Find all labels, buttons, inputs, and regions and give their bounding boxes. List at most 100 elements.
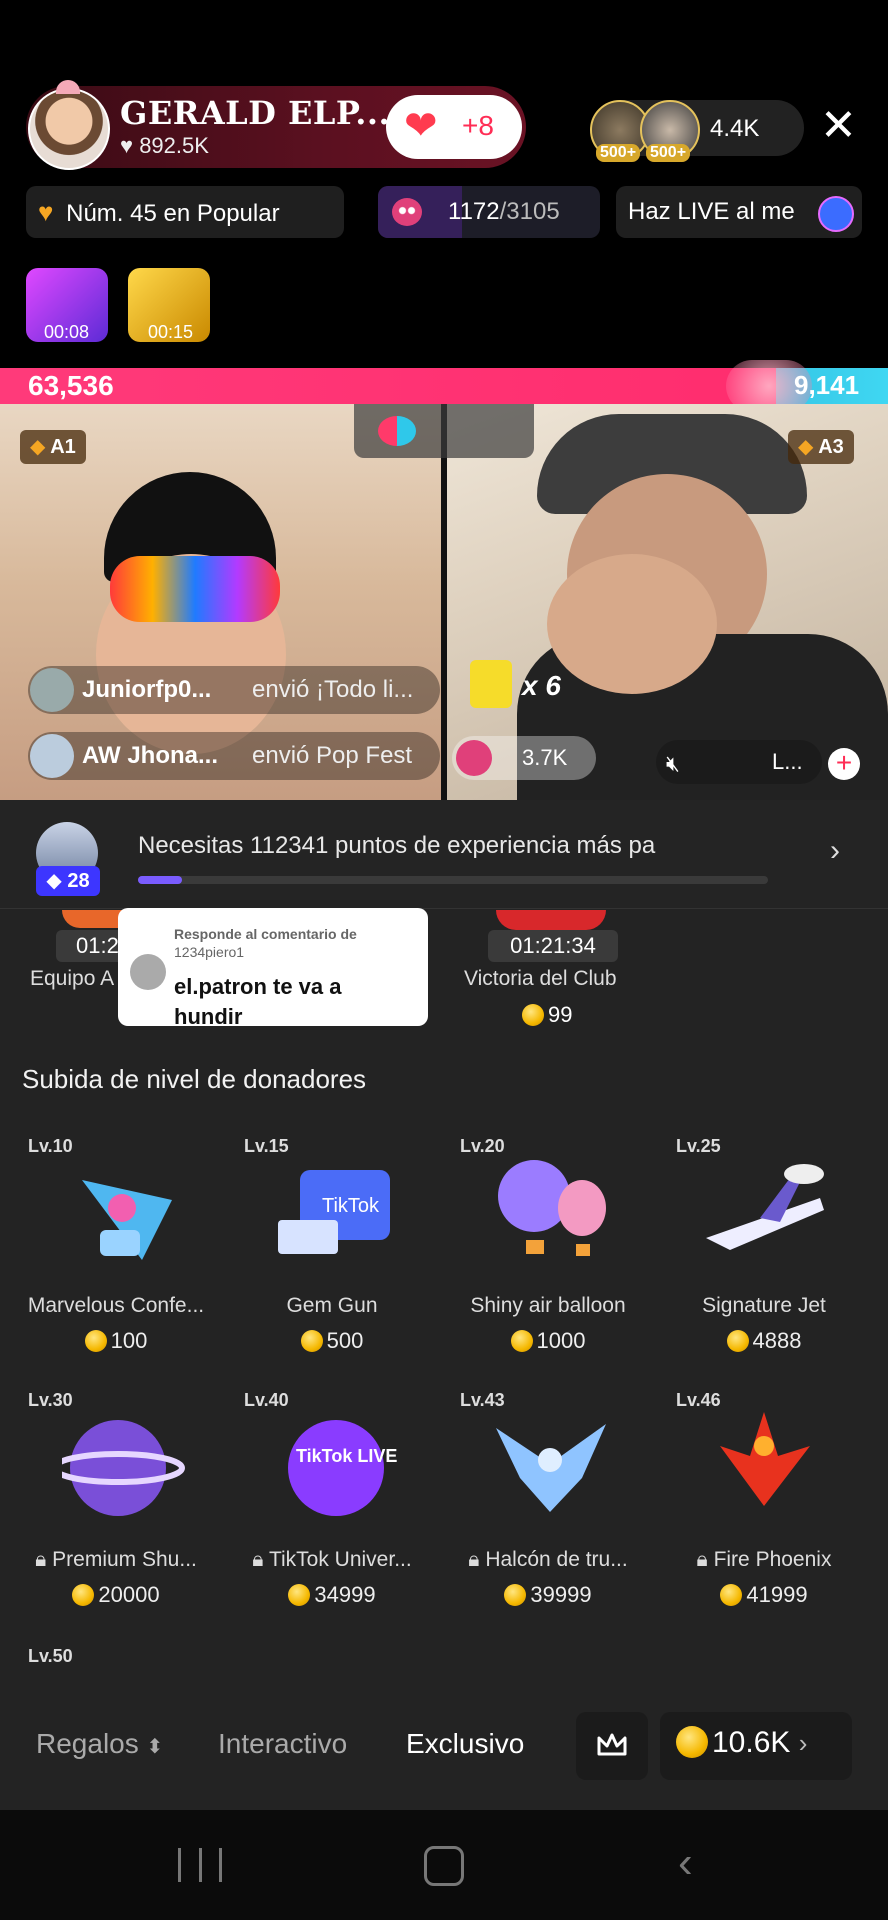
gift-comment-1[interactable]: Juniorfp0... envió ¡Todo li...: [28, 666, 440, 714]
tooltip-user: 1234piero1: [174, 944, 245, 960]
viewer-badge: 500+: [646, 144, 691, 162]
svg-text:TikTok LIVE: TikTok LIVE: [296, 1446, 397, 1466]
gift-gem-gun[interactable]: Lv.15 TikTok Gem Gun 500: [226, 1130, 436, 1360]
gift-name: Marvelous Confe...: [27, 1294, 205, 1317]
svg-text:TikTok: TikTok: [322, 1195, 380, 1217]
goal-progress-total: /3105: [499, 198, 560, 225]
gift-marvelous-confetti[interactable]: Lv.10 Marvelous Confe... 100: [10, 1130, 220, 1360]
boxing-gloves-icon: [378, 416, 416, 446]
crown-icon: [596, 1730, 628, 1765]
gift-signature-jet[interactable]: Lv.25 Signature Jet 4888: [658, 1130, 868, 1360]
heart-icon: ❤: [404, 104, 438, 148]
coin-icon: [84, 1330, 107, 1352]
comment-user: Juniorfp0...: [82, 676, 212, 703]
confetti-cannon-icon: [62, 1160, 192, 1270]
tab-gifts[interactable]: Regalos ⬍: [36, 1728, 163, 1760]
prev-gift-price-2: 99: [522, 1002, 572, 1028]
timer-1: 00:08: [44, 322, 90, 342]
host-likes: ♥ 892.5K: [120, 133, 209, 158]
section-title: Subida de nivel de donadores: [22, 1064, 367, 1094]
popular-rank-chip[interactable]: ♥ Núm. 45 en Popular: [26, 186, 344, 238]
mute-overlay-pill[interactable]: 🔇︎ L...: [656, 740, 822, 784]
diamond-icon: ◆: [30, 436, 46, 458]
gift-halcon[interactable]: Lv.43 🔒︎ Halcón de tru... 39999: [442, 1384, 652, 1614]
jet-icon: [700, 1158, 830, 1268]
goal-progress-chip[interactable]: 1172/3105: [378, 186, 600, 238]
hands: [547, 554, 717, 694]
coin-icon: [720, 1584, 743, 1606]
gift-name: Shiny air balloon: [470, 1294, 626, 1317]
coin-icon: [510, 1330, 533, 1352]
avatar-cat-ears-icon: [56, 80, 80, 94]
level-badge: ◆ 28: [36, 866, 100, 896]
gift-fire-phoenix[interactable]: Lv.46 🔒︎ Fire Phoenix 41999: [658, 1384, 868, 1614]
gift-name: Signature Jet: [702, 1294, 826, 1317]
coin-icon: [300, 1330, 323, 1352]
avatar: [30, 734, 74, 778]
gift-price: 1000: [448, 1328, 648, 1354]
home-icon[interactable]: [424, 1846, 464, 1886]
heart-small-icon: ♥: [120, 133, 134, 158]
robot-face-icon: [392, 198, 422, 226]
overlay-label: L...: [772, 749, 803, 774]
gift-name: Gem Gun: [286, 1294, 378, 1317]
prev-gift-name-2: Victoria del Club: [464, 967, 617, 990]
back-icon[interactable]: ‹: [678, 1838, 693, 1888]
host-name: GERALD ELP...: [120, 94, 391, 132]
diamond-icon: ◆: [798, 436, 814, 458]
shuttle-planet-icon: [51, 1412, 192, 1522]
air-balloon-icon: [482, 1158, 612, 1268]
gift-shiny-air-balloon[interactable]: Lv.20 Shiny air balloon 1000: [442, 1130, 652, 1360]
goal-progress-value: 1172: [448, 198, 500, 225]
tooltip-reply-to: Responde al comentario de: [174, 926, 357, 942]
gift-price: 20000: [16, 1582, 216, 1608]
lock-icon: 🔒︎: [252, 1548, 264, 1571]
tab-interactive[interactable]: Interactivo: [218, 1728, 347, 1760]
gift-name: 🔒︎ Fire Phoenix: [696, 1548, 832, 1571]
comment-multiplier: x 6: [522, 670, 561, 701]
prev-timer-2: 01:21:34: [488, 930, 618, 962]
xp-text: Necesitas 112341 puntos de experiencia m…: [138, 832, 656, 859]
lock-icon: 🔒︎: [468, 1548, 480, 1571]
phoenix-icon: [700, 1406, 830, 1516]
broken-heart-icon: ♥: [38, 197, 54, 227]
rank-badge-right: ◆ A3: [788, 430, 854, 464]
gift-level: Lv.15: [244, 1136, 289, 1156]
mute-icon: 🔇︎: [666, 751, 680, 776]
next-gift-level: Lv.50: [28, 1646, 73, 1666]
viewer-count: 4.4K: [710, 115, 760, 142]
sponge-gift-icon: [470, 660, 512, 708]
prev-gift-name-1: Equipo A: [30, 967, 115, 990]
close-icon[interactable]: ✕: [820, 104, 857, 148]
reply-tooltip[interactable]: Responde al comentario de 1234piero1 el.…: [118, 908, 428, 1029]
battle-bar-left: [0, 368, 776, 404]
lock-icon: 🔒︎: [696, 1548, 708, 1571]
avatar: [130, 954, 166, 990]
xp-fill: [138, 876, 182, 884]
viewer-avatar[interactable]: 500+: [640, 100, 700, 162]
gift-price: 41999: [664, 1582, 864, 1608]
gift-premium-shuttle[interactable]: Lv.30 🔒︎ Premium Shu... 20000: [10, 1384, 220, 1614]
gift-level: Lv.30: [28, 1390, 73, 1410]
coin-icon: [726, 1330, 749, 1352]
gift-name: 🔒︎ Halcón de tru...: [468, 1548, 628, 1571]
gift-price: 34999: [232, 1582, 432, 1608]
popular-rank-text: Núm. 45 en Popular: [66, 200, 280, 227]
recent-apps-icon[interactable]: [178, 1848, 222, 1882]
chevron-right-icon: ›: [798, 1728, 808, 1758]
robot-count: 3.7K: [522, 745, 568, 770]
gift-level: Lv.40: [244, 1390, 289, 1410]
live-banner-chip[interactable]: Haz LIVE al me: [616, 186, 862, 238]
avatar: [30, 668, 74, 712]
battle-score-right: 9,141: [794, 370, 860, 400]
add-icon[interactable]: +: [828, 748, 860, 780]
coin-icon: [522, 1004, 544, 1026]
gift-comment-2[interactable]: AW Jhona... envió Pop Fest: [28, 732, 440, 780]
video-divider: [441, 404, 447, 800]
tab-exclusive[interactable]: Exclusivo: [406, 1728, 524, 1760]
gift-price: 39999: [448, 1582, 648, 1608]
chevron-right-icon[interactable]: ›: [830, 834, 840, 868]
host-avatar[interactable]: [28, 88, 110, 170]
robot-face-icon: [456, 740, 492, 776]
gift-tiktok-universe[interactable]: Lv.40 TikTok LIVE 🔒︎ TikTok Univer... 34…: [226, 1384, 436, 1614]
